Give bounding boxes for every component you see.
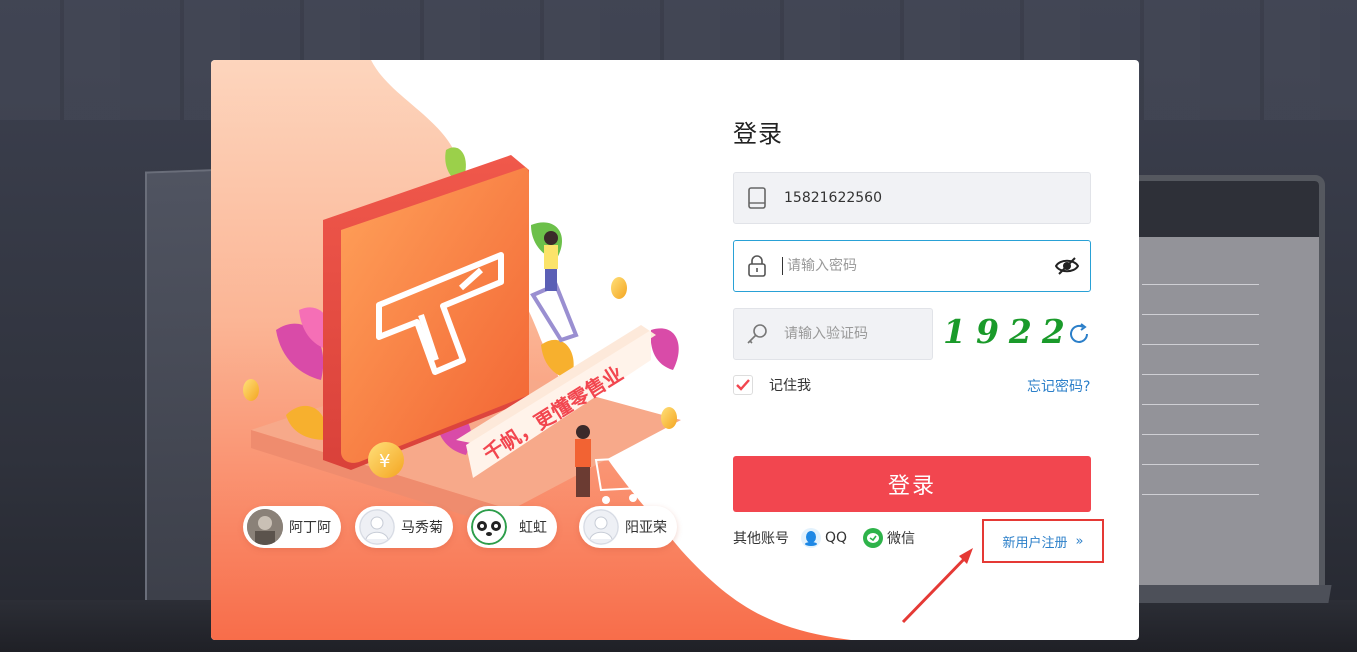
qq-label: QQ — [825, 530, 848, 546]
phone-input[interactable] — [780, 174, 1090, 222]
remember-label: 记住我 — [769, 378, 811, 394]
login-button[interactable]: 登录 — [733, 456, 1091, 512]
remember-me[interactable]: 记住我 — [733, 375, 811, 395]
background-laptop-right — [1130, 175, 1325, 595]
captcha-image[interactable]: 1922 — [939, 312, 1065, 351]
password-field[interactable] — [733, 240, 1091, 292]
annotation-arrow — [901, 548, 973, 624]
recent-account-name: 阳亚荣 — [625, 520, 667, 536]
login-title: 登录 — [733, 120, 783, 148]
avatar — [583, 509, 619, 545]
chevron-right-icon: » — [1075, 533, 1084, 549]
remember-checkbox[interactable] — [733, 375, 753, 395]
phone-icon — [734, 173, 780, 223]
key-icon — [734, 309, 780, 359]
avatar — [247, 509, 283, 545]
wechat-icon — [863, 528, 884, 548]
avatar — [471, 509, 507, 545]
recent-account-name: 阿丁阿 — [289, 520, 331, 536]
captcha-input[interactable] — [780, 310, 958, 358]
recent-account-chip[interactable]: 马秀菊 — [355, 506, 453, 548]
captcha-field[interactable] — [733, 308, 958, 360]
refresh-icon[interactable] — [1067, 322, 1091, 346]
qq-icon — [801, 528, 821, 548]
eye-off-icon[interactable] — [1044, 241, 1090, 291]
recent-accounts: 阿丁阿 马秀菊 虹虹 阳亚荣 — [241, 506, 681, 550]
forgot-password-link[interactable]: 忘记密码? — [1027, 376, 1090, 396]
phone-field[interactable] — [733, 172, 1091, 224]
svg-text:¥: ¥ — [379, 451, 390, 472]
recent-account-name: 马秀菊 — [401, 520, 443, 536]
qq-login[interactable]: QQ — [801, 528, 847, 548]
recent-account-chip[interactable]: 阿丁阿 — [243, 506, 341, 548]
other-accounts-label: 其他账号 — [733, 531, 789, 547]
recent-account-name: 虹虹 — [519, 520, 547, 536]
recent-account-chip[interactable]: 阳亚荣 — [579, 506, 677, 548]
password-input[interactable] — [782, 257, 1044, 275]
lock-icon — [734, 241, 780, 291]
recent-account-chip[interactable]: 虹虹 — [467, 506, 557, 548]
register-label: 新用户注册 — [1002, 535, 1068, 551]
register-link[interactable]: 新用户注册 » — [982, 519, 1104, 563]
avatar — [359, 509, 395, 545]
login-card: 千帆，更懂零售业 ¥ 阿丁阿 马秀菊 虹虹 阳亚荣 登录 15821622560… — [211, 60, 1139, 640]
